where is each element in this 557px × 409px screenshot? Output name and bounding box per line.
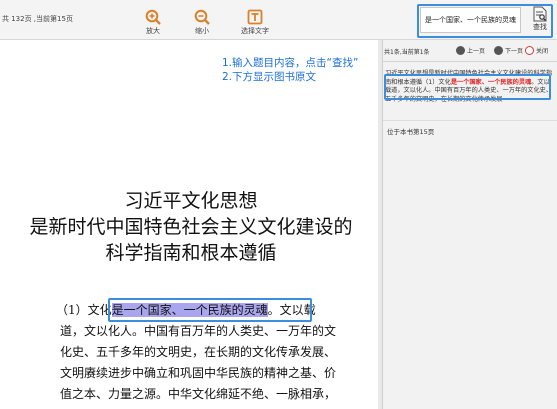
close-label: 关闭 — [536, 48, 549, 55]
instruction-annotation: 1.输入题目内容，点击“查找” 2.下方显示图书原文 — [222, 56, 358, 84]
paragraph-text: （1）文化 — [56, 303, 112, 317]
select-text-button[interactable]: 选择文字 — [231, 9, 279, 36]
divider — [383, 120, 557, 121]
book-title-line-3: 科学指南和根本遵循 — [105, 242, 277, 264]
search-results-panel: 共1条,当前第1条 上一页 下一页 关闭 习近平文化思想是新时代中国特色社会主义… — [382, 40, 557, 409]
toolbar: 共 132页 ,当前第15页 放大 缩小 选择文字 是一个国家、一个民族的灵魂 — [0, 0, 557, 40]
next-page-label: 下一页 — [505, 48, 524, 55]
arrow-up-icon — [456, 46, 465, 55]
results-header: 共1条,当前第1条 上一页 下一页 关闭 — [383, 40, 557, 62]
page-location: 位于本书第15页 — [387, 128, 435, 136]
text-select-icon — [247, 9, 263, 25]
instruction-line-1: 1.输入题目内容，点击“查找” — [222, 57, 359, 69]
prev-page-label: 上一页 — [467, 48, 486, 55]
zoom-out-button[interactable]: 缩小 — [178, 9, 226, 36]
prev-page-button[interactable]: 上一页 — [456, 46, 485, 55]
search-highlight-frame — [417, 4, 553, 38]
zoom-in-icon — [145, 9, 161, 25]
instruction-line-2: 2.下方显示图书原文 — [222, 71, 317, 83]
result-count: 共1条,当前第1条 — [384, 49, 430, 56]
page-indicator: 共 132页 ,当前第15页 — [2, 15, 73, 23]
paragraph-line: 文明赓续进步中确立和巩固中华民族的精神之基、价 — [60, 366, 337, 380]
paragraph-line: 道，文以化人。中国有百万年的人类史、一万年的文 — [60, 324, 337, 338]
book-title-line-2: 是新时代中国特色社会主义文化建设的 — [29, 216, 353, 238]
book-title-line-1: 习近平文化思想 — [124, 190, 258, 212]
close-icon — [525, 46, 534, 55]
paragraph-line: 化史、五千多年的文明史，在长期的文化传承发展、 — [60, 345, 337, 359]
paragraph-line: 值之本、力量之源。中华文化绵延不绝、一脉相承， — [60, 387, 337, 401]
zoom-in-button[interactable]: 放大 — [129, 9, 177, 36]
zoom-in-label: 放大 — [146, 27, 160, 35]
select-text-label: 选择文字 — [241, 27, 269, 35]
result-highlight-frame — [384, 74, 551, 100]
zoom-out-icon — [194, 9, 210, 25]
zoom-out-label: 缩小 — [195, 27, 209, 35]
arrow-down-icon — [494, 46, 503, 55]
close-button[interactable]: 关闭 — [525, 46, 548, 55]
match-highlight-frame — [108, 298, 312, 322]
next-page-button[interactable]: 下一页 — [494, 46, 523, 55]
